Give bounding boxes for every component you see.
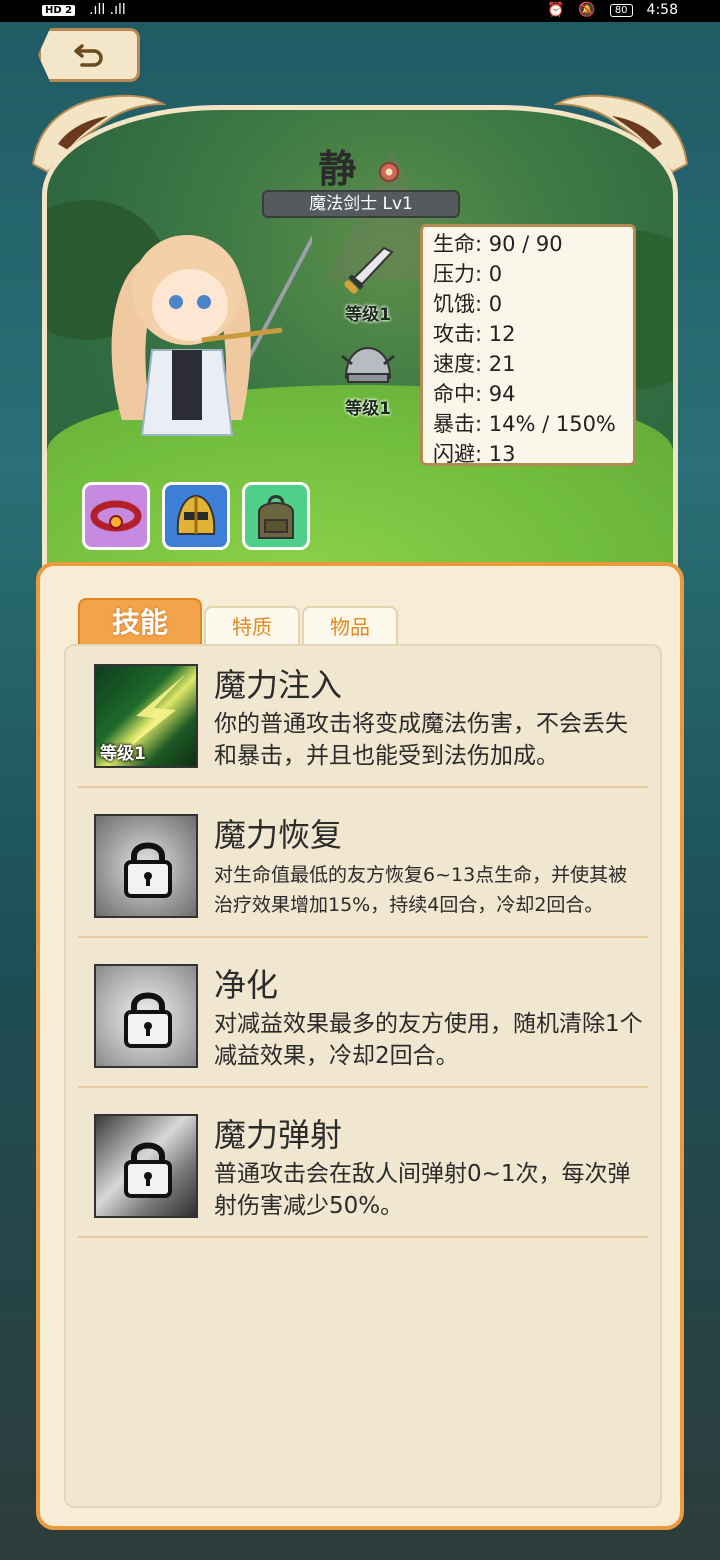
backpack-icon — [258, 495, 294, 539]
red-amulet-icon — [90, 500, 142, 532]
stat-attack: 攻击: 12 — [433, 322, 516, 346]
skill-panel: 技能 特质 物品 等级1 魔力注入 你的普通攻击将变成魔法伤害，不会丢失和暴击，… — [36, 562, 684, 1530]
stat-hp: 生命: 90 / 90 — [433, 232, 563, 256]
signal-icon: .ıll .ıll — [89, 2, 126, 18]
equip-weapon[interactable]: 等级1 — [336, 244, 400, 325]
back-button[interactable] — [38, 28, 140, 82]
skill-name: 魔力恢复 — [214, 816, 343, 854]
golden-helmet-icon — [176, 494, 216, 535]
skill-description: 对生命值最低的友方恢复6~13点生命，并使其被治疗效果增加15%，持续4回合，冷… — [214, 864, 628, 916]
stat-accuracy: 命中: 94 — [433, 382, 516, 406]
skill-name: 魔力弹射 — [214, 1116, 343, 1154]
lock-icon — [124, 842, 172, 898]
hd-indicator: HD 2 — [42, 4, 76, 16]
skill-row[interactable]: 净化 对减益效果最多的友方使用，随机清除1个减益效果，冷却2回合。 — [78, 938, 648, 1088]
battery-icon: 80 — [609, 3, 633, 17]
stat-crit: 暴击: 14% / 150% — [433, 412, 616, 436]
back-arrow-icon — [74, 44, 103, 67]
stat-stress: 压力: 0 — [433, 262, 503, 286]
skill-row[interactable]: 等级1 魔力注入 你的普通攻击将变成魔法伤害，不会丢失和暴击，并且也能受到法伤加… — [78, 638, 648, 788]
stat-hunger: 饥饿: 0 — [433, 292, 503, 316]
locked-skill-icon — [94, 814, 198, 918]
skill-row[interactable]: 魔力恢复 对生命值最低的友方恢复6~13点生命，并使其被治疗效果增加15%，持续… — [78, 788, 648, 938]
lock-icon — [124, 992, 172, 1048]
gear-icon[interactable] — [376, 159, 402, 185]
item-slot-helmet[interactable] — [162, 482, 230, 550]
stat-speed: 速度: 21 — [433, 352, 516, 376]
equip-armor[interactable]: 等级1 — [336, 342, 400, 419]
alarm-icon: ⏰ — [546, 2, 565, 18]
helmet-icon — [341, 346, 395, 383]
character-name: 静 — [318, 147, 357, 191]
lock-icon — [124, 1142, 172, 1198]
locked-skill-icon — [94, 1114, 198, 1218]
item-slot-bag[interactable] — [242, 482, 310, 550]
skill-level-label: 等级1 — [100, 744, 146, 764]
skill-row[interactable]: 魔力弹射 普通攻击会在敌人间弹射0~1次，每次弹射伤害减少50%。 — [78, 1088, 648, 1238]
skill-name: 净化 — [214, 966, 279, 1004]
equip-level-label: 等级1 — [345, 399, 391, 419]
stat-dodge: 闪避: 13 — [433, 442, 516, 466]
equip-level-label: 等级1 — [345, 305, 391, 325]
skill-description: 对减益效果最多的友方使用，随机清除1个减益效果，冷却2回合。 — [214, 1011, 643, 1069]
status-bar: HD 2 .ıll .ıll ⏰ 🔕 80 4:58 — [0, 0, 720, 22]
mute-icon: 🔕 — [578, 2, 596, 18]
sword-icon — [344, 246, 394, 294]
character-portrait — [111, 234, 312, 436]
clock: 4:58 — [646, 2, 678, 18]
stats-panel: 生命: 90 / 90 压力: 0 饥饿: 0 攻击: 12 速度: 21 命中… — [420, 224, 636, 466]
skill-description: 你的普通攻击将变成魔法伤害，不会丢失和暴击，并且也能受到法伤加成。 — [214, 711, 628, 769]
character-name-row: 静 — [0, 138, 720, 193]
skill-name: 魔力注入 — [214, 666, 343, 704]
item-slot-accessory[interactable] — [82, 482, 150, 550]
skill-description: 普通攻击会在敌人间弹射0~1次，每次弹射伤害减少50%。 — [214, 1161, 631, 1219]
locked-skill-icon — [94, 964, 198, 1068]
lightning-skill-icon: 等级1 — [94, 664, 198, 768]
class-level-bar: 魔法剑士 Lv1 — [262, 190, 460, 218]
